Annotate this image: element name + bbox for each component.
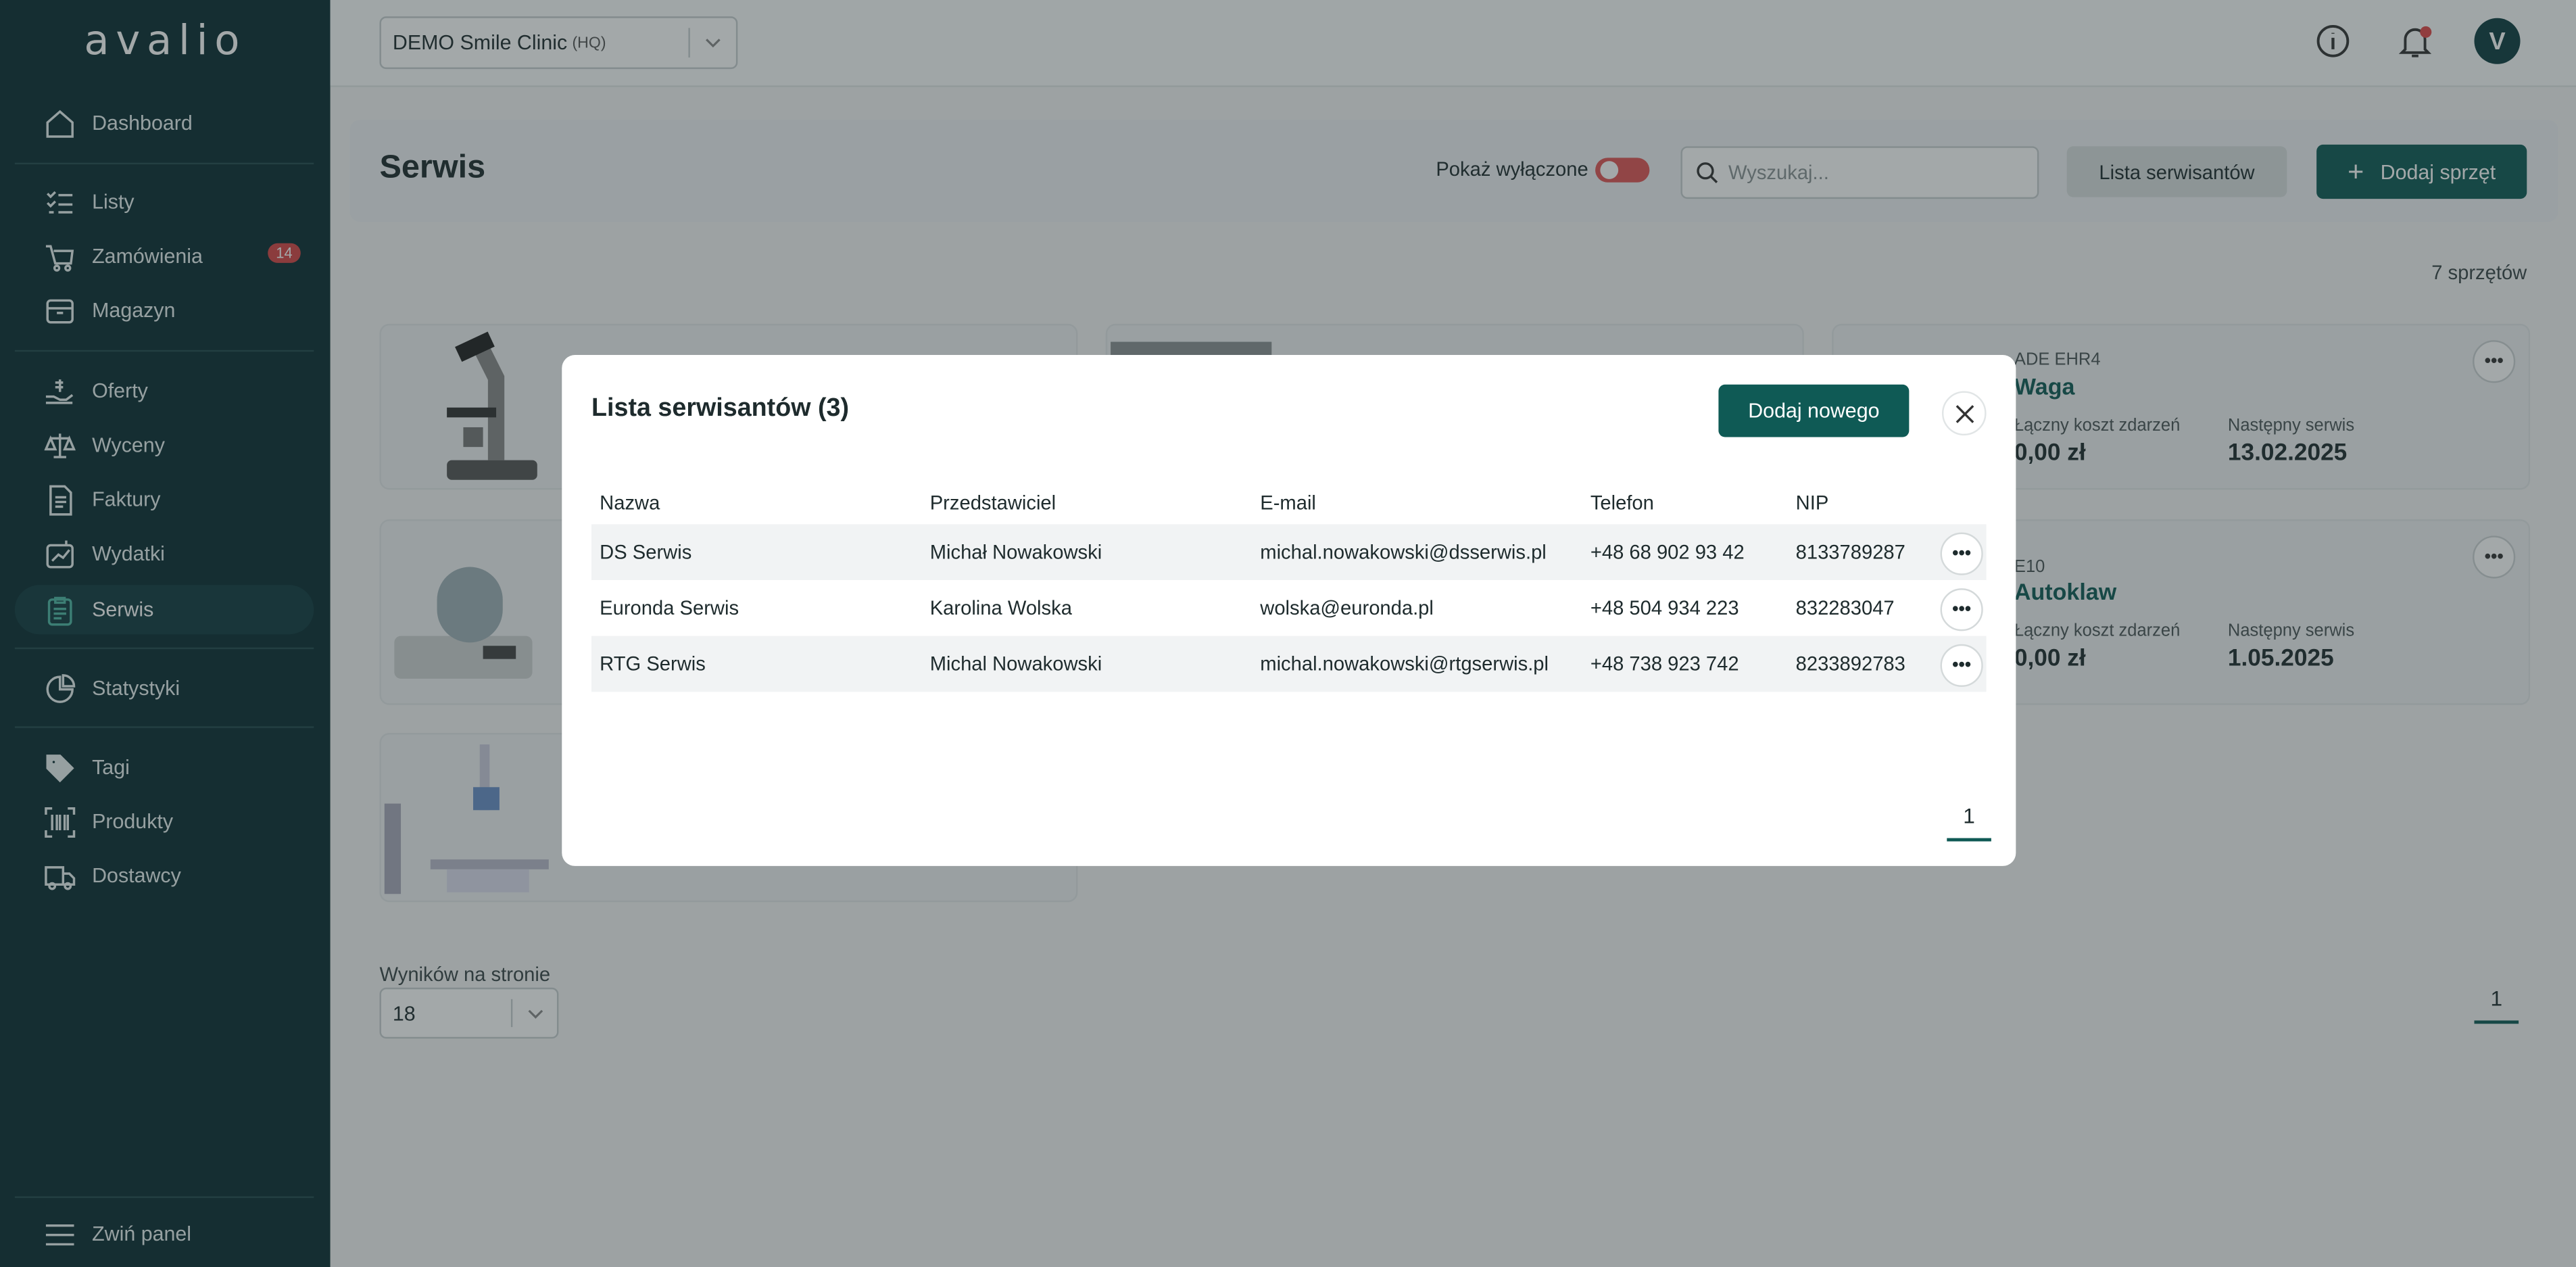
cell-phone: +48 504 934 223 — [1590, 596, 1739, 620]
column-header-representative: Przedstawiciel — [929, 491, 1056, 515]
cell-representative: Michał Nowakowski — [929, 540, 1102, 564]
row-more-button[interactable]: ••• — [1940, 532, 1983, 575]
cell-phone: +48 68 902 93 42 — [1590, 540, 1745, 564]
cell-phone: +48 738 923 742 — [1590, 652, 1739, 675]
row-more-button[interactable]: ••• — [1940, 588, 1983, 631]
cell-email: michal.nowakowski@rtgserwis.pl — [1260, 652, 1549, 675]
cell-representative: Karolina Wolska — [929, 596, 1072, 620]
cell-representative: Michal Nowakowski — [929, 652, 1102, 675]
cell-name: RTG Serwis — [600, 652, 706, 675]
modal-title: Lista serwisantów (3) — [591, 394, 850, 423]
column-header-email: E-mail — [1260, 491, 1316, 515]
table-row[interactable]: RTG Serwis Michal Nowakowski michal.nowa… — [591, 636, 1987, 692]
close-icon — [1955, 404, 1974, 423]
table-row[interactable]: DS Serwis Michał Nowakowski michal.nowak… — [591, 524, 1987, 581]
cell-nip: 8233892783 — [1795, 652, 1905, 675]
column-header-phone: Telefon — [1590, 491, 1654, 515]
cell-name: Euronda Serwis — [600, 596, 739, 620]
modal-pagination-underline — [1947, 838, 1991, 842]
close-button[interactable] — [1941, 391, 1987, 436]
column-header-name: Nazwa — [600, 491, 660, 515]
cell-name: DS Serwis — [600, 540, 692, 564]
add-new-technician-button[interactable]: Dodaj nowego — [1718, 384, 1910, 437]
cell-email: michal.nowakowski@dsserwis.pl — [1260, 540, 1547, 564]
row-more-button[interactable]: ••• — [1940, 644, 1983, 687]
cell-nip: 8133789287 — [1795, 540, 1905, 564]
modal-pagination-page[interactable]: 1 — [1947, 804, 1991, 828]
cell-email: wolska@euronda.pl — [1260, 596, 1434, 620]
column-header-nip: NIP — [1795, 491, 1829, 515]
table-row[interactable]: Euronda Serwis Karolina Wolska wolska@eu… — [591, 580, 1987, 636]
cell-nip: 832283047 — [1795, 596, 1895, 620]
